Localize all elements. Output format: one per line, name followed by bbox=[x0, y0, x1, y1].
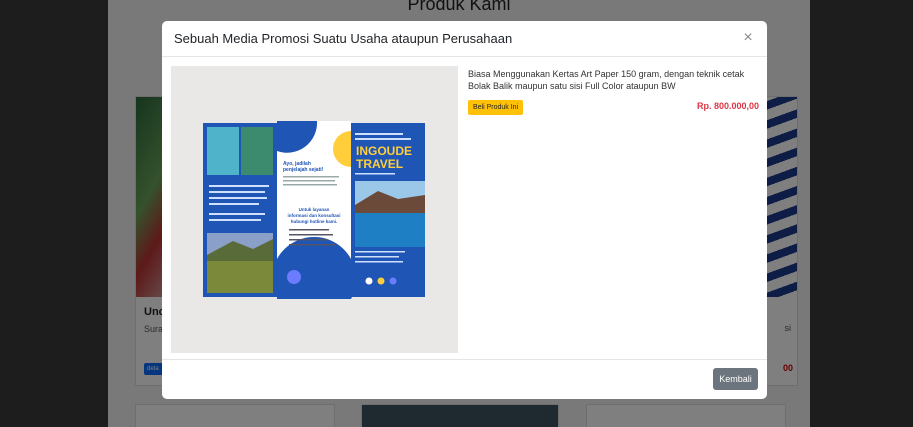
product-image: Ayo, jadilah penjelajah sejati! Untuk la… bbox=[171, 66, 458, 353]
back-button[interactable]: Kembali bbox=[713, 368, 758, 390]
product-price: Rp. 800.000,00 bbox=[696, 101, 759, 111]
brochure-subhead2: penjelajah sejati! bbox=[283, 167, 324, 173]
buy-product-button[interactable]: Beli Produk Ini bbox=[468, 100, 524, 115]
close-icon[interactable]: × bbox=[739, 29, 757, 47]
modal-title: Sebuah Media Promosi Suatu Usaha ataupun… bbox=[174, 31, 513, 46]
brochure-contact-title3: hubungi hotline kami. bbox=[291, 219, 338, 224]
brochure-contact-title: Untuk layanan bbox=[299, 207, 330, 212]
brochure-contact-title2: informasi dan konsultasi bbox=[287, 213, 340, 218]
modal-header: Sebuah Media Promosi Suatu Usaha ataupun… bbox=[162, 21, 767, 57]
modal-footer: Kembali bbox=[162, 359, 767, 399]
product-modal: Sebuah Media Promosi Suatu Usaha ataupun… bbox=[162, 21, 767, 399]
brochure-headline2: TRAVEL bbox=[356, 157, 403, 171]
brochure-headline: INGOUDE bbox=[356, 144, 412, 158]
brochure-image: Ayo, jadilah penjelajah sejati! Untuk la… bbox=[203, 121, 425, 299]
product-description: Biasa Menggunakan Kertas Art Paper 150 g… bbox=[468, 69, 745, 91]
